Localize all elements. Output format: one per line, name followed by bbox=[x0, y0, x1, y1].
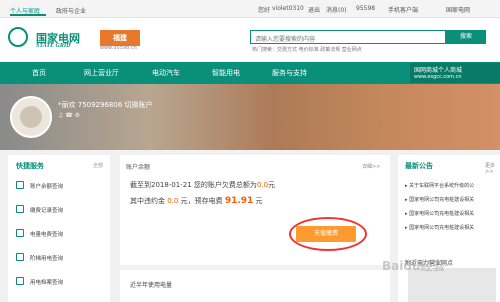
nav-online-hall[interactable]: 网上营业厅 bbox=[84, 62, 119, 84]
avatar-face-icon bbox=[20, 106, 42, 128]
tab-business[interactable]: 政府与企业 bbox=[56, 6, 86, 15]
user-name: *丽欢 bbox=[58, 101, 76, 109]
sidebar-item-archive[interactable]: 用电档案查询 bbox=[30, 278, 63, 286]
hot-search-items[interactable]: 交费方式 电价标准 政策法规 营业网点 bbox=[277, 47, 362, 53]
news-item[interactable]: ▸ 关于车联网平台系统升级的公 bbox=[405, 182, 474, 189]
news-item-text: 国家电网公司充电桩建设相关 bbox=[409, 211, 475, 217]
highlight-circle bbox=[289, 217, 367, 251]
mobile-client-link[interactable]: 手机客户端 bbox=[388, 5, 418, 14]
payment-record-icon bbox=[16, 205, 24, 213]
region-url: www.95598.cn bbox=[100, 45, 137, 51]
usage-title: 近半年使用电量 bbox=[130, 282, 173, 289]
deposit-unit: 元 bbox=[255, 197, 263, 205]
news-item[interactable]: ▸ 国家电网公司充电桩建设相关 bbox=[405, 196, 474, 203]
arrears-prefix: 截至到2018-01-21 您的账户欠费总额为 bbox=[130, 181, 257, 189]
account-balance-title: 账户余额 bbox=[126, 164, 151, 171]
news-more-link[interactable]: 更多>> bbox=[485, 162, 500, 175]
sidebar-item-bill[interactable]: 电量电费查询 bbox=[30, 230, 63, 238]
nav-ev[interactable]: 电动汽车 bbox=[152, 62, 180, 84]
tab-active-indicator bbox=[10, 14, 46, 16]
deposit-line: 其中违约金 0.0 元，预存电费 91.91 元 bbox=[130, 196, 263, 206]
quick-service-all-link[interactable]: 全部 bbox=[93, 162, 103, 169]
search-input[interactable]: 请输入您要搜索的内容 bbox=[250, 30, 446, 44]
sidebar-item-tier-usage[interactable]: 阶梯用电查询 bbox=[30, 254, 63, 262]
sidebar-item-balance[interactable]: 账户余额查询 bbox=[30, 182, 63, 190]
state-grid-logo-icon bbox=[8, 27, 28, 47]
greeting-text: 您好 bbox=[258, 7, 271, 14]
main-nav: 首页 网上营业厅 电动汽车 智能用电 服务与支持 国网商城个人商城 www.es… bbox=[0, 62, 500, 84]
logo-english: STATE GRID bbox=[36, 43, 71, 49]
archive-icon bbox=[16, 277, 24, 285]
deposit-amount: 91.91 bbox=[224, 196, 254, 206]
baidu-watermark: Baidu经验 bbox=[382, 259, 445, 273]
penalty-amount: 0.0 bbox=[167, 197, 179, 205]
news-item[interactable]: ▸ 国家电网公司充电桩建设相关 bbox=[405, 210, 474, 217]
username-link[interactable]: violet0310 bbox=[272, 5, 304, 12]
quick-service-title: 快捷服务 bbox=[16, 162, 44, 170]
arrears-line: 截至到2018-01-21 您的账户欠费总额为0.0元 bbox=[130, 180, 275, 190]
hotline-text: 95598 bbox=[356, 5, 376, 12]
sidebar-item-payment-record[interactable]: 缴费记录查询 bbox=[30, 206, 63, 214]
news-title: 最新公告 bbox=[405, 162, 433, 170]
nav-service-support[interactable]: 服务与支持 bbox=[272, 62, 307, 84]
balance-icon bbox=[16, 181, 24, 189]
esgcc-mall-link[interactable]: 国网商城个人商城 www.esgcc.com.cn bbox=[410, 63, 500, 83]
nav-home[interactable]: 首页 bbox=[32, 62, 46, 84]
account-balance-panel bbox=[120, 155, 390, 265]
hot-search-label: 热门搜索： bbox=[252, 47, 278, 53]
search-button[interactable]: 搜索 bbox=[446, 30, 486, 44]
region-selector[interactable]: 福建 bbox=[100, 30, 140, 46]
user-info: *丽欢 7509296806 切换账户 bbox=[58, 100, 153, 110]
sgcc-link[interactable]: 国家电网 bbox=[446, 5, 470, 14]
switch-account-link[interactable]: 切换账户 bbox=[125, 101, 153, 109]
esgcc-title: 国网商城个人商城 bbox=[414, 67, 463, 74]
nav-smart-power[interactable]: 智能用电 bbox=[212, 62, 240, 84]
messages-link[interactable]: 消息(0) bbox=[326, 5, 347, 14]
news-item-text: 关于车联网平台系统升级的公 bbox=[409, 183, 475, 189]
user-action-icons[interactable]: ♫ ☎ ⚙ bbox=[58, 112, 80, 119]
logout-link[interactable]: 退出 bbox=[308, 5, 320, 14]
news-item[interactable]: ▸ 国家电网公司充电桩建设相关 bbox=[405, 224, 474, 231]
account-detail-link[interactable]: 详细>> bbox=[362, 163, 380, 170]
tier-usage-icon bbox=[16, 253, 24, 261]
user-account-number: 7509296806 bbox=[77, 101, 123, 109]
arrears-unit: 元 bbox=[268, 181, 276, 189]
esgcc-url: www.esgcc.com.cn bbox=[414, 74, 462, 80]
penalty-label: 其中违约金 bbox=[130, 197, 165, 205]
bill-icon bbox=[16, 229, 24, 237]
news-item-text: 国家电网公司充电桩建设相关 bbox=[409, 197, 475, 203]
deposit-label: 元，预存电费 bbox=[180, 197, 223, 205]
news-item-text: 国家电网公司充电桩建设相关 bbox=[409, 225, 475, 231]
hot-search: 热门搜索：交费方式 电价标准 政策法规 营业网点 bbox=[252, 46, 362, 53]
top-bar: 个人与家庭 政府与企业 您好 violet0310 退出 消息(0) 95598… bbox=[0, 0, 500, 18]
arrears-amount: 0.0 bbox=[256, 181, 269, 189]
